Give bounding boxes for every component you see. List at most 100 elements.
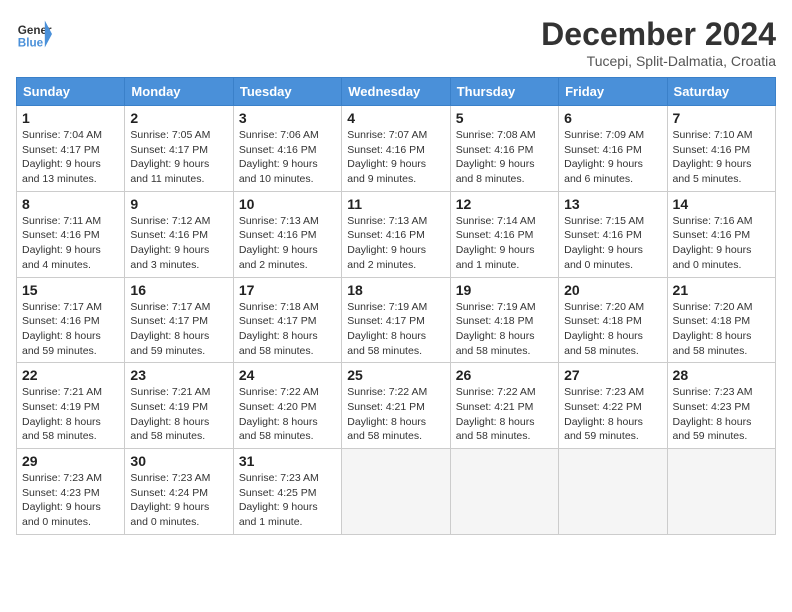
- svg-text:Blue: Blue: [18, 37, 44, 50]
- day-number: 23: [130, 367, 227, 383]
- day-info: Sunrise: 7:23 AM Sunset: 4:25 PM Dayligh…: [239, 471, 336, 530]
- calendar-cell: 10 Sunrise: 7:13 AM Sunset: 4:16 PM Dayl…: [233, 191, 341, 277]
- calendar-cell: 23 Sunrise: 7:21 AM Sunset: 4:19 PM Dayl…: [125, 363, 233, 449]
- day-number: 10: [239, 196, 336, 212]
- day-info: Sunrise: 7:07 AM Sunset: 4:16 PM Dayligh…: [347, 128, 444, 187]
- calendar-cell: [559, 449, 667, 535]
- calendar-week-row: 1 Sunrise: 7:04 AM Sunset: 4:17 PM Dayli…: [17, 106, 776, 192]
- day-info: Sunrise: 7:12 AM Sunset: 4:16 PM Dayligh…: [130, 214, 227, 273]
- calendar-week-row: 22 Sunrise: 7:21 AM Sunset: 4:19 PM Dayl…: [17, 363, 776, 449]
- calendar-cell: 18 Sunrise: 7:19 AM Sunset: 4:17 PM Dayl…: [342, 277, 450, 363]
- day-number: 29: [22, 453, 119, 469]
- weekday-header-sunday: Sunday: [17, 78, 125, 106]
- weekday-header-wednesday: Wednesday: [342, 78, 450, 106]
- day-number: 25: [347, 367, 444, 383]
- day-info: Sunrise: 7:21 AM Sunset: 4:19 PM Dayligh…: [130, 385, 227, 444]
- calendar-cell: 5 Sunrise: 7:08 AM Sunset: 4:16 PM Dayli…: [450, 106, 558, 192]
- calendar-cell: 27 Sunrise: 7:23 AM Sunset: 4:22 PM Dayl…: [559, 363, 667, 449]
- day-info: Sunrise: 7:22 AM Sunset: 4:21 PM Dayligh…: [456, 385, 553, 444]
- day-info: Sunrise: 7:23 AM Sunset: 4:22 PM Dayligh…: [564, 385, 661, 444]
- calendar-week-row: 8 Sunrise: 7:11 AM Sunset: 4:16 PM Dayli…: [17, 191, 776, 277]
- weekday-header-monday: Monday: [125, 78, 233, 106]
- weekday-header-row: SundayMondayTuesdayWednesdayThursdayFrid…: [17, 78, 776, 106]
- weekday-header-tuesday: Tuesday: [233, 78, 341, 106]
- calendar-cell: 8 Sunrise: 7:11 AM Sunset: 4:16 PM Dayli…: [17, 191, 125, 277]
- day-number: 30: [130, 453, 227, 469]
- day-info: Sunrise: 7:20 AM Sunset: 4:18 PM Dayligh…: [564, 300, 661, 359]
- weekday-header-friday: Friday: [559, 78, 667, 106]
- calendar-week-row: 29 Sunrise: 7:23 AM Sunset: 4:23 PM Dayl…: [17, 449, 776, 535]
- day-info: Sunrise: 7:11 AM Sunset: 4:16 PM Dayligh…: [22, 214, 119, 273]
- weekday-header-saturday: Saturday: [667, 78, 775, 106]
- calendar-cell: 7 Sunrise: 7:10 AM Sunset: 4:16 PM Dayli…: [667, 106, 775, 192]
- logo: General Blue: [16, 16, 52, 52]
- day-number: 5: [456, 110, 553, 126]
- day-info: Sunrise: 7:21 AM Sunset: 4:19 PM Dayligh…: [22, 385, 119, 444]
- month-title: December 2024: [541, 16, 776, 53]
- calendar-cell: 20 Sunrise: 7:20 AM Sunset: 4:18 PM Dayl…: [559, 277, 667, 363]
- day-number: 2: [130, 110, 227, 126]
- calendar-cell: 13 Sunrise: 7:15 AM Sunset: 4:16 PM Dayl…: [559, 191, 667, 277]
- day-info: Sunrise: 7:09 AM Sunset: 4:16 PM Dayligh…: [564, 128, 661, 187]
- calendar-cell: 30 Sunrise: 7:23 AM Sunset: 4:24 PM Dayl…: [125, 449, 233, 535]
- day-info: Sunrise: 7:19 AM Sunset: 4:18 PM Dayligh…: [456, 300, 553, 359]
- title-block: December 2024 Tucepi, Split-Dalmatia, Cr…: [541, 16, 776, 69]
- calendar-cell: [342, 449, 450, 535]
- page-header: General Blue December 2024 Tucepi, Split…: [16, 16, 776, 69]
- day-number: 24: [239, 367, 336, 383]
- day-info: Sunrise: 7:20 AM Sunset: 4:18 PM Dayligh…: [673, 300, 770, 359]
- calendar-cell: 4 Sunrise: 7:07 AM Sunset: 4:16 PM Dayli…: [342, 106, 450, 192]
- day-number: 9: [130, 196, 227, 212]
- calendar-cell: 16 Sunrise: 7:17 AM Sunset: 4:17 PM Dayl…: [125, 277, 233, 363]
- day-info: Sunrise: 7:15 AM Sunset: 4:16 PM Dayligh…: [564, 214, 661, 273]
- day-info: Sunrise: 7:23 AM Sunset: 4:24 PM Dayligh…: [130, 471, 227, 530]
- day-number: 8: [22, 196, 119, 212]
- day-info: Sunrise: 7:22 AM Sunset: 4:20 PM Dayligh…: [239, 385, 336, 444]
- calendar-cell: 6 Sunrise: 7:09 AM Sunset: 4:16 PM Dayli…: [559, 106, 667, 192]
- day-number: 20: [564, 282, 661, 298]
- day-number: 21: [673, 282, 770, 298]
- calendar-cell: 11 Sunrise: 7:13 AM Sunset: 4:16 PM Dayl…: [342, 191, 450, 277]
- calendar-cell: 25 Sunrise: 7:22 AM Sunset: 4:21 PM Dayl…: [342, 363, 450, 449]
- calendar-cell: 22 Sunrise: 7:21 AM Sunset: 4:19 PM Dayl…: [17, 363, 125, 449]
- day-info: Sunrise: 7:08 AM Sunset: 4:16 PM Dayligh…: [456, 128, 553, 187]
- calendar-cell: 26 Sunrise: 7:22 AM Sunset: 4:21 PM Dayl…: [450, 363, 558, 449]
- weekday-header-thursday: Thursday: [450, 78, 558, 106]
- day-info: Sunrise: 7:05 AM Sunset: 4:17 PM Dayligh…: [130, 128, 227, 187]
- day-number: 22: [22, 367, 119, 383]
- day-info: Sunrise: 7:17 AM Sunset: 4:16 PM Dayligh…: [22, 300, 119, 359]
- day-info: Sunrise: 7:10 AM Sunset: 4:16 PM Dayligh…: [673, 128, 770, 187]
- day-number: 4: [347, 110, 444, 126]
- day-info: Sunrise: 7:23 AM Sunset: 4:23 PM Dayligh…: [22, 471, 119, 530]
- day-number: 1: [22, 110, 119, 126]
- calendar-cell: 9 Sunrise: 7:12 AM Sunset: 4:16 PM Dayli…: [125, 191, 233, 277]
- calendar-cell: 15 Sunrise: 7:17 AM Sunset: 4:16 PM Dayl…: [17, 277, 125, 363]
- day-number: 6: [564, 110, 661, 126]
- calendar-cell: [450, 449, 558, 535]
- calendar-cell: 3 Sunrise: 7:06 AM Sunset: 4:16 PM Dayli…: [233, 106, 341, 192]
- day-info: Sunrise: 7:13 AM Sunset: 4:16 PM Dayligh…: [239, 214, 336, 273]
- day-number: 28: [673, 367, 770, 383]
- day-number: 13: [564, 196, 661, 212]
- day-number: 14: [673, 196, 770, 212]
- calendar-cell: 28 Sunrise: 7:23 AM Sunset: 4:23 PM Dayl…: [667, 363, 775, 449]
- calendar-cell: 24 Sunrise: 7:22 AM Sunset: 4:20 PM Dayl…: [233, 363, 341, 449]
- calendar-week-row: 15 Sunrise: 7:17 AM Sunset: 4:16 PM Dayl…: [17, 277, 776, 363]
- location: Tucepi, Split-Dalmatia, Croatia: [541, 53, 776, 69]
- day-number: 3: [239, 110, 336, 126]
- calendar-cell: 21 Sunrise: 7:20 AM Sunset: 4:18 PM Dayl…: [667, 277, 775, 363]
- day-number: 27: [564, 367, 661, 383]
- day-number: 7: [673, 110, 770, 126]
- calendar-table: SundayMondayTuesdayWednesdayThursdayFrid…: [16, 77, 776, 535]
- day-number: 18: [347, 282, 444, 298]
- day-info: Sunrise: 7:04 AM Sunset: 4:17 PM Dayligh…: [22, 128, 119, 187]
- calendar-cell: 29 Sunrise: 7:23 AM Sunset: 4:23 PM Dayl…: [17, 449, 125, 535]
- day-info: Sunrise: 7:16 AM Sunset: 4:16 PM Dayligh…: [673, 214, 770, 273]
- day-number: 31: [239, 453, 336, 469]
- day-info: Sunrise: 7:19 AM Sunset: 4:17 PM Dayligh…: [347, 300, 444, 359]
- day-number: 17: [239, 282, 336, 298]
- calendar-cell: 1 Sunrise: 7:04 AM Sunset: 4:17 PM Dayli…: [17, 106, 125, 192]
- day-info: Sunrise: 7:06 AM Sunset: 4:16 PM Dayligh…: [239, 128, 336, 187]
- day-number: 12: [456, 196, 553, 212]
- day-info: Sunrise: 7:18 AM Sunset: 4:17 PM Dayligh…: [239, 300, 336, 359]
